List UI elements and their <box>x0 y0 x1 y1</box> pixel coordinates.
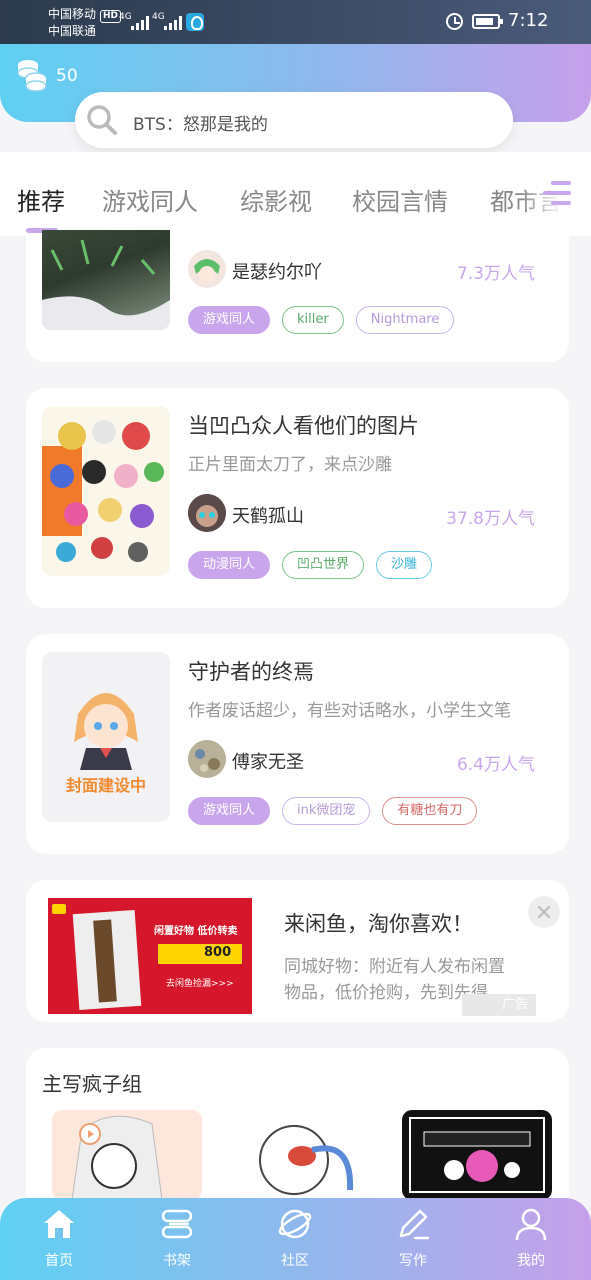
book-cover[interactable]: 封面建设中 <box>42 652 170 822</box>
tag-list: 动漫同人 凹凸世界 沙雕 <box>188 551 433 579</box>
bookshelf-icon <box>161 1209 193 1239</box>
alarm-icon <box>446 13 463 30</box>
ad-image[interactable]: 闲置好物 低价转卖 800 去闲鱼捡漏>>> <box>48 898 252 1014</box>
home-icon <box>44 1210 74 1238</box>
book-cover[interactable] <box>42 406 170 576</box>
section-thumbnail[interactable] <box>52 1110 202 1200</box>
tag[interactable]: 游戏同人 <box>188 797 271 825</box>
nav-home[interactable]: 首页 <box>0 1198 118 1280</box>
notification-app-icon <box>186 13 204 31</box>
search-icon <box>87 105 117 135</box>
tab-game-fanfic[interactable]: 游戏同人 <box>102 182 198 217</box>
book-description: 正片里面太刀了，来点沙雕 <box>188 455 392 475</box>
author-name[interactable]: 是瑟约尔吖 <box>232 258 322 284</box>
planet-icon <box>278 1209 312 1239</box>
cover-placeholder-text: 封面建设中 <box>65 776 146 795</box>
carrier-info: 中国移动 HD 中国联通 <box>48 6 122 40</box>
section-thumbnail[interactable] <box>402 1110 552 1200</box>
search-bar[interactable]: BTS：怒那是我的 <box>75 92 513 148</box>
nav-label: 书架 <box>163 1253 191 1269</box>
bottom-navigation: 首页 书架 社区 写作 我的 <box>0 1198 591 1280</box>
nav-bookshelf[interactable]: 书架 <box>118 1198 236 1280</box>
nav-label: 我的 <box>517 1253 545 1269</box>
tag[interactable]: 沙雕 <box>376 551 433 579</box>
status-bar: 中国移动 HD 中国联通 4G 4G 7:12 <box>0 0 591 44</box>
carrier-1: 中国移动 <box>48 7 97 21</box>
tag[interactable]: 有糖也有刀 <box>382 797 478 825</box>
ad-card[interactable]: 闲置好物 低价转卖 800 去闲鱼捡漏>>> 来闲鱼，淘你喜欢！ 同城好物：附近… <box>26 880 569 1022</box>
tab-recommended[interactable]: 推荐 <box>17 182 65 217</box>
hd-badge: HD <box>100 10 122 23</box>
section-card: 主写疯子组 <box>26 1048 569 1218</box>
author-avatar[interactable] <box>188 740 226 778</box>
coin-count: 50 <box>56 66 78 86</box>
signal-icon <box>131 14 149 30</box>
network-type-2: 4G <box>152 12 165 22</box>
ad-image-headline: 闲置好物 低价转卖 <box>154 926 238 937</box>
signal-icon-2 <box>164 14 182 30</box>
book-card[interactable]: 封面建设中 守护者的终焉 作者废话超少，有些对话略水，小学生文笔 傅家无圣 6.… <box>26 634 569 854</box>
tag[interactable]: ink微团宠 <box>282 797 371 825</box>
category-menu-icon[interactable] <box>541 178 573 208</box>
section-title: 主写疯子组 <box>42 1072 142 1096</box>
ad-image-price: 800 <box>204 945 232 960</box>
tag-list: 游戏同人 killer Nightmare <box>188 306 455 334</box>
close-icon[interactable] <box>528 896 560 928</box>
popularity: 6.4万人气 <box>456 755 535 775</box>
battery-icon <box>472 14 503 29</box>
author-name[interactable]: 傅家无圣 <box>232 748 304 774</box>
nav-label: 首页 <box>45 1253 73 1269</box>
book-description: 作者废话超少，有些对话略水，小学生文笔 <box>188 701 511 721</box>
carrier-2: 中国联通 <box>48 24 97 38</box>
nav-label: 写作 <box>399 1253 427 1269</box>
book-title[interactable]: 守护者的终焉 <box>188 656 314 686</box>
book-title[interactable]: 当凹凸众人看他们的图片 <box>188 410 419 440</box>
ad-title[interactable]: 来闲鱼，淘你喜欢！ <box>284 908 473 938</box>
tag-list: 游戏同人 ink微团宠 有糖也有刀 <box>188 797 478 825</box>
popularity: 37.8万人气 <box>446 509 535 529</box>
tag[interactable]: 凹凸世界 <box>282 551 365 579</box>
author-name[interactable]: 天鹤孤山 <box>232 502 304 528</box>
ad-badge: 广告 <box>462 994 536 1016</box>
clock: 7:12 <box>508 10 549 31</box>
book-card[interactable]: 当凹凸众人看他们的图片 正片里面太刀了，来点沙雕 天鹤孤山 37.8万人气 动漫… <box>26 388 569 608</box>
tag[interactable]: Nightmare <box>355 306 455 334</box>
search-placeholder: BTS：怒那是我的 <box>133 115 268 135</box>
tag[interactable]: killer <box>282 306 344 334</box>
tag[interactable]: 动漫同人 <box>188 551 271 579</box>
category-tabs: 推荐 游戏同人 综影视 校园言情 都市言情 <box>0 152 591 236</box>
popularity: 7.3万人气 <box>456 264 535 284</box>
coin-stack-icon[interactable] <box>16 58 48 92</box>
author-avatar[interactable] <box>188 494 226 532</box>
book-card[interactable]: 是瑟约尔吖 7.3万人气 游戏同人 killer Nightmare <box>26 230 569 362</box>
network-type-1: 4G <box>119 12 132 22</box>
tab-film-tv[interactable]: 综影视 <box>240 182 312 217</box>
nav-profile[interactable]: 我的 <box>472 1198 590 1280</box>
nav-label: 社区 <box>281 1253 309 1269</box>
tab-campus-romance[interactable]: 校园言情 <box>352 182 448 217</box>
nav-write[interactable]: 写作 <box>354 1198 472 1280</box>
ad-image-cta: 去闲鱼捡漏>>> <box>166 979 234 989</box>
section-thumbnail[interactable] <box>222 1110 372 1200</box>
tag[interactable]: 游戏同人 <box>188 306 271 334</box>
book-cover[interactable] <box>42 230 170 330</box>
pen-icon <box>399 1209 430 1240</box>
user-icon <box>515 1208 547 1241</box>
nav-community[interactable]: 社区 <box>236 1198 354 1280</box>
author-avatar[interactable] <box>188 250 226 288</box>
